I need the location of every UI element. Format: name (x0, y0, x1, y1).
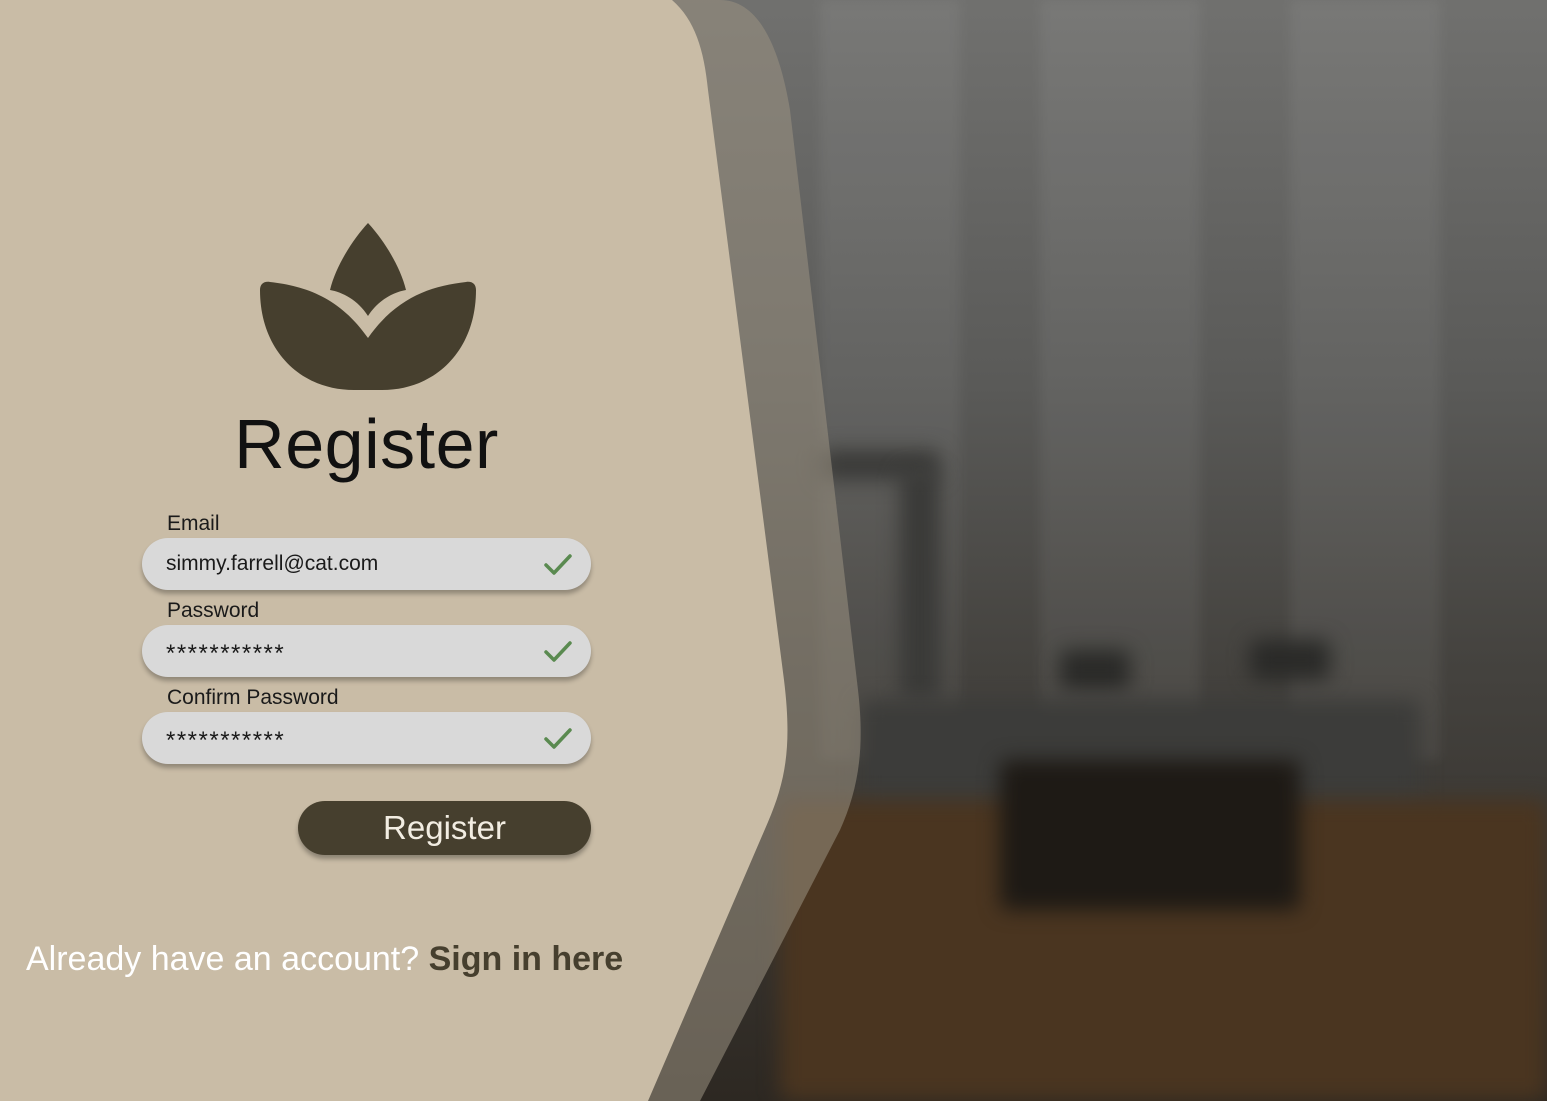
check-icon (544, 641, 572, 662)
signin-prompt: Already have an account? Sign in here (26, 940, 623, 979)
confirm-password-value: *********** (166, 727, 286, 754)
register-button[interactable]: Register (298, 801, 591, 855)
confirm-password-field[interactable]: *********** (142, 712, 591, 764)
lotus-icon (260, 223, 476, 390)
confirm-password-label: Confirm Password (167, 686, 339, 709)
signin-link[interactable]: Sign in here (429, 940, 624, 978)
page-title: Register (234, 405, 499, 483)
email-label: Email (167, 512, 220, 535)
email-field[interactable]: simmy.farrell@cat.com (142, 538, 591, 590)
email-value: simmy.farrell@cat.com (166, 552, 379, 575)
password-label: Password (167, 599, 260, 622)
signin-prompt-text: Already have an account? (26, 940, 429, 978)
password-value: *********** (166, 640, 286, 667)
check-icon (544, 728, 572, 749)
check-icon (544, 554, 572, 575)
password-field[interactable]: *********** (142, 625, 591, 677)
